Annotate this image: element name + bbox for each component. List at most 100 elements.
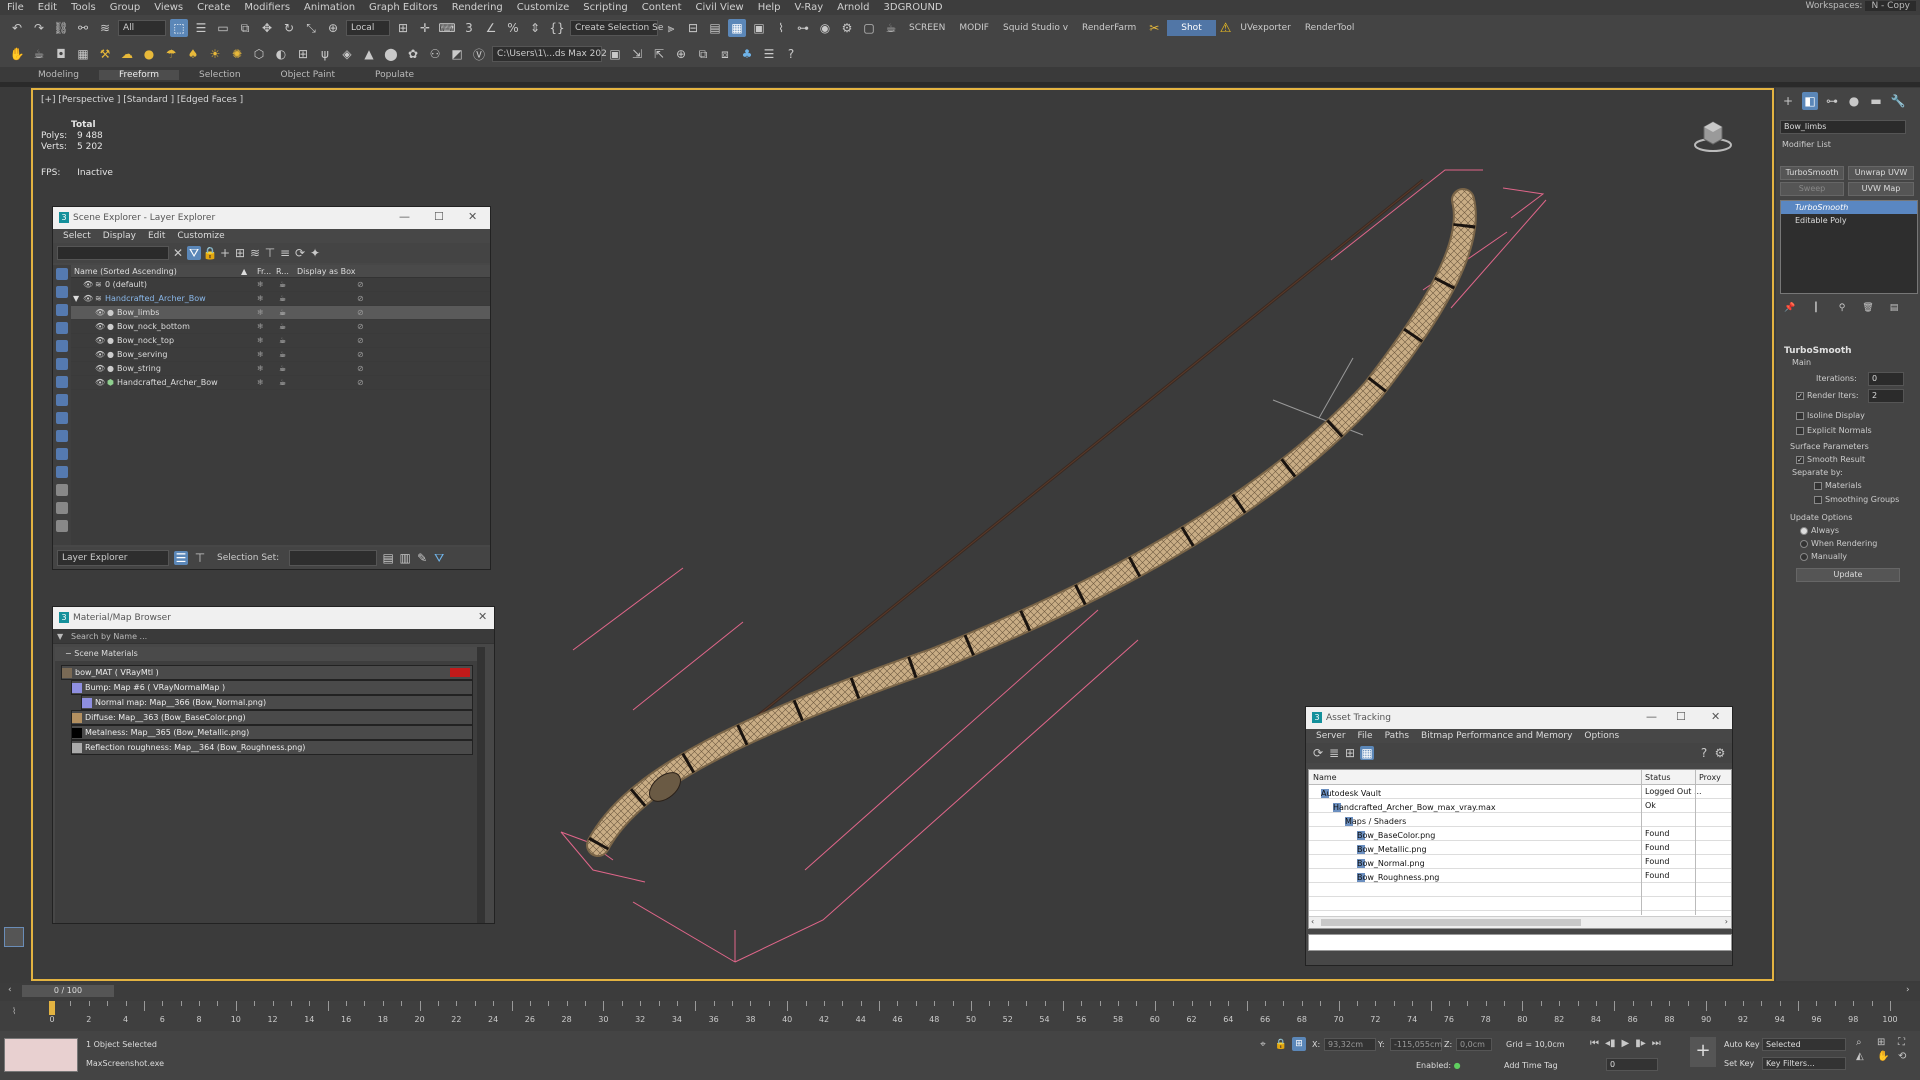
menu-options[interactable]: Options — [1584, 731, 1619, 741]
modifier-stack[interactable]: TurboSmooth Editable Poly — [1780, 200, 1918, 294]
table-row[interactable]: 👁 ⬢ Handcrafted_Archer_Bow ❄ ☕ ⊘ — [71, 376, 490, 390]
explorer-mode-dropdown[interactable]: Layer Explorer — [57, 550, 169, 566]
table-view-icon[interactable]: ▦ — [1360, 746, 1374, 760]
scroll-thumb[interactable] — [1321, 919, 1581, 926]
isoline-display-checkbox[interactable]: Isoline Display — [1796, 411, 1865, 420]
visibility-eye-icon[interactable]: 👁 — [95, 350, 105, 359]
modif-button[interactable]: MODIF — [954, 23, 994, 33]
play-icon[interactable]: ▶ — [1622, 1038, 1630, 1049]
warning-icon[interactable]: ⚠ — [1220, 21, 1232, 36]
pin-stack-icon[interactable]: 📌 — [1784, 302, 1796, 314]
selection-lock-icon[interactable]: 🔒 — [1274, 1037, 1288, 1051]
sort-arrow-icon[interactable]: ▲ — [241, 267, 247, 276]
table-row[interactable]: Autodesk Vault Logged Out ... — [1309, 785, 1731, 799]
explicit-normals-checkbox[interactable]: Explicit Normals — [1796, 426, 1872, 435]
menu-3dground[interactable]: 3DGROUND — [877, 2, 950, 13]
redo-icon[interactable]: ↷ — [30, 19, 48, 37]
table-row[interactable]: Bow_Roughness.png Found — [1309, 869, 1731, 883]
display-box-toggle-icon[interactable]: ⊘ — [357, 308, 364, 317]
col-asset-proxy[interactable]: Proxy — [1699, 773, 1721, 782]
create-tab-icon[interactable]: + — [1780, 92, 1796, 110]
render-icon[interactable]: ☕ — [882, 19, 900, 37]
asset-horizontal-scrollbar[interactable]: ‹ › — [1309, 916, 1731, 928]
select-by-name-icon[interactable]: ☰ — [192, 19, 210, 37]
time-tag-enabled[interactable]: Enabled: ● — [1416, 1061, 1461, 1070]
display-cameras-icon[interactable] — [56, 340, 68, 352]
material-search-input[interactable]: ▼ Search by Name ... — [53, 629, 494, 644]
menu-civil-view[interactable]: Civil View — [689, 2, 751, 13]
save-set-icon[interactable]: ▤ — [382, 549, 394, 567]
display-lights-icon[interactable] — [56, 322, 68, 334]
balls-icon[interactable]: ⚇ — [426, 45, 444, 63]
menu-scripting[interactable]: Scripting — [576, 2, 634, 13]
lamp-icon[interactable]: ☂ — [162, 45, 180, 63]
display-all-icon[interactable] — [56, 268, 68, 280]
display-frozen-icon[interactable] — [56, 466, 68, 478]
menu-edit[interactable]: Edit — [148, 231, 165, 241]
add-time-tag-button[interactable]: Add Time Tag — [1504, 1061, 1558, 1070]
orbit-icon[interactable]: ⟲ — [1898, 1051, 1916, 1062]
visibility-eye-icon[interactable]: 👁 — [95, 308, 105, 317]
asset-tracking-titlebar[interactable]: 3 Asset Tracking — ☐ ✕ — [1306, 707, 1732, 729]
update-button[interactable]: Update — [1796, 568, 1900, 582]
edit-set-icon[interactable]: ✎ — [416, 549, 428, 567]
uvw-map-button[interactable]: UVW Map — [1848, 182, 1914, 196]
zoom-icon[interactable]: ⌕ — [1856, 1037, 1874, 1048]
menu-views[interactable]: Views — [147, 2, 190, 13]
turbosmooth-section[interactable]: TurboSmooth — [1784, 346, 1852, 356]
render-toggle-icon[interactable]: ☕ — [279, 350, 286, 359]
menu-rendering[interactable]: Rendering — [445, 2, 510, 13]
visibility-eye-icon[interactable]: 👁 — [83, 280, 93, 289]
help-icon[interactable]: ? — [782, 45, 800, 63]
link-icon[interactable]: ⛓ — [52, 19, 70, 37]
hierarchy-icon[interactable]: ⊤ — [264, 244, 276, 262]
fur-icon[interactable]: ψ — [316, 45, 334, 63]
scissors-icon[interactable]: ✂ — [1145, 19, 1163, 37]
spot-light-icon[interactable]: ♠ — [184, 45, 202, 63]
load-set-icon[interactable]: ▥ — [399, 549, 411, 567]
project-folder-icon[interactable]: ▣ — [606, 45, 624, 63]
scene-explorer-icon[interactable]: ▦ — [728, 19, 746, 37]
close-icon[interactable]: ✕ — [1711, 710, 1720, 723]
manually-radio[interactable]: Manually — [1800, 552, 1847, 561]
spinner-snap-icon[interactable]: ⇕ — [526, 19, 544, 37]
list-item[interactable]: Diffuse: Map__363 (Bow_BaseColor.png) — [71, 710, 473, 725]
menu-customize[interactable]: Customize — [510, 2, 577, 13]
menu-display[interactable]: Display — [103, 231, 136, 241]
modify-tab-icon[interactable]: ◧ — [1802, 92, 1818, 110]
stack-item-editable-poly[interactable]: Editable Poly — [1781, 214, 1917, 227]
object-name-field[interactable]: Bow_limbs — [1780, 120, 1906, 134]
table-row[interactable]: Maps / Shaders — [1309, 813, 1731, 827]
reference-coord-dropdown[interactable]: Local — [346, 20, 390, 36]
col-display-as-box[interactable]: Display as Box — [297, 267, 356, 276]
bind-spacewarp-icon[interactable]: ≋ — [96, 19, 114, 37]
ribbon-tab-object-paint[interactable]: Object Paint — [261, 70, 355, 80]
sphere-light-icon[interactable]: ● — [140, 45, 158, 63]
ribbon-tab-populate[interactable]: Populate — [355, 70, 434, 80]
invert-display-icon[interactable] — [56, 520, 68, 532]
list-item[interactable]: Reflection roughness: Map__364 (Bow_Roug… — [71, 740, 473, 755]
display-shapes-icon[interactable] — [56, 304, 68, 316]
collapse-icon[interactable]: − — [65, 649, 72, 658]
xref-icon[interactable]: ⧉ — [694, 45, 712, 63]
menu-customize[interactable]: Customize — [177, 231, 224, 241]
material-ball-icon[interactable]: ⬤ — [382, 45, 400, 63]
pan-icon[interactable]: ✋ — [1877, 1051, 1895, 1062]
menu-select[interactable]: Select — [63, 231, 91, 241]
remove-modifier-icon[interactable]: 🗑 — [1862, 302, 1874, 314]
minimize-icon[interactable]: — — [1646, 710, 1657, 723]
geo-icon[interactable]: ▲ — [360, 45, 378, 63]
smooth-result-checkbox[interactable]: ✓ Smooth Result — [1796, 455, 1865, 464]
scene-converter-icon[interactable]: ◩ — [448, 45, 466, 63]
col-asset-status[interactable]: Status — [1645, 773, 1671, 782]
freeze-toggle-icon[interactable]: ❄ — [257, 294, 264, 303]
help-icon[interactable]: ? — [1698, 744, 1710, 762]
table-row[interactable]: 👁 ● Bow_nock_top ❄ ☕ ⊘ — [71, 334, 490, 348]
y-coordinate-field[interactable]: -115,055cm — [1390, 1038, 1442, 1051]
highlight-icon[interactable]: ✦ — [309, 244, 321, 262]
close-icon[interactable]: ✕ — [468, 210, 477, 223]
display-box-toggle-icon[interactable]: ⊘ — [357, 280, 364, 289]
visibility-eye-icon[interactable]: 👁 — [95, 336, 105, 345]
menu-content[interactable]: Content — [635, 2, 689, 13]
scroll-left-icon[interactable]: ‹ — [1311, 917, 1314, 926]
